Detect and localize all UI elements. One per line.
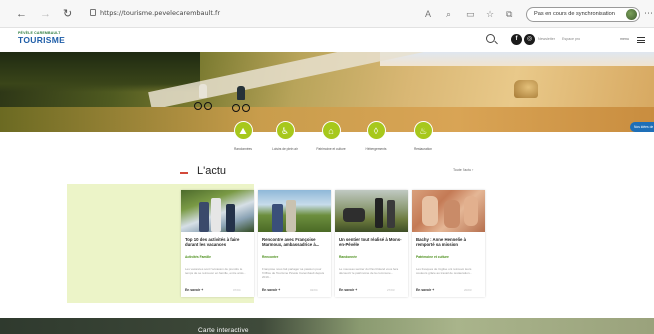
news-card-excerpt: Le nouveau sentier du Pas Roland vous fe… (339, 267, 399, 275)
news-card-date: 20/03 (464, 288, 472, 292)
profile-avatar (626, 9, 637, 20)
newsletter-link[interactable]: Newsletter (538, 37, 555, 41)
hero-sky (380, 52, 654, 66)
more-options-icon[interactable]: ⋯ (644, 8, 653, 19)
ideas-side-button[interactable]: Nos idées de (630, 122, 654, 132)
forward-arrow-icon[interactable]: → (40, 8, 51, 20)
section-accent-dash (180, 172, 188, 174)
news-card-title: Bachy : Anne Hennelie à remporté sa miss… (416, 237, 466, 247)
read-more-link[interactable]: En savoir + (185, 288, 203, 292)
profile-sync-button[interactable]: Pas en cours de synchronisation (526, 7, 640, 22)
address-bar[interactable]: https://tourisme.pevelecarembault.fr (100, 9, 220, 17)
category-restaurant[interactable]: ♨ Restauration (403, 121, 443, 151)
news-card-date: 07/04 (233, 288, 241, 292)
all-news-link[interactable]: Toute l'actu › (453, 168, 473, 172)
category-lodging[interactable]: ◊ Hébergements (356, 121, 396, 151)
sync-status-label: Pas en cours de synchronisation (534, 11, 615, 17)
news-card[interactable]: Rencontre avec Françoise Marmoux, ambass… (258, 190, 331, 297)
restaurant-icon: ♨ (413, 121, 433, 140)
browser-toolbar: ← → ↻ https://tourisme.pevelecarembault.… (0, 0, 654, 28)
menu-label[interactable]: menu (620, 37, 629, 41)
collections-icon[interactable]: ⧉ (506, 9, 512, 19)
interactive-map-title[interactable]: Carte interactive (198, 327, 249, 334)
category-outdoor[interactable]: ♿ Loisirs de plein air (265, 121, 305, 151)
news-card[interactable]: Un sentier tout réalisé à Mons-en-Pévèle… (335, 190, 408, 297)
pro-space-link[interactable]: Espace pro (562, 37, 580, 41)
cyclist-figure (194, 84, 212, 112)
read-more-link[interactable]: En savoir + (262, 288, 280, 292)
zoom-icon[interactable]: ⌕ (446, 9, 451, 19)
lodging-icon: ◊ (366, 121, 386, 140)
news-card-tag: Activités Famille (185, 255, 212, 259)
news-card-title: Top 10 des activités à faire durant les … (185, 237, 240, 247)
category-heritage[interactable]: ⌂ Patrimoine et culture (311, 121, 351, 151)
news-card-tag: Patrimoine et culture (416, 255, 449, 259)
site-header: PÉVÈLE CAREMBAULT TOURISME f ◎ Newslette… (0, 28, 654, 52)
news-card-excerpt: Les vacances sont l'occasion de prendre … (185, 267, 247, 275)
read-more-link[interactable]: En savoir + (416, 288, 434, 292)
news-card-image (181, 190, 254, 232)
lock-icon (90, 9, 96, 16)
read-more-link[interactable]: En savoir + (339, 288, 357, 292)
hamburger-menu-icon[interactable] (637, 37, 645, 43)
tab-icon[interactable]: ▭ (466, 9, 475, 19)
news-card-date: 27/03 (387, 288, 395, 292)
news-card-image (335, 190, 408, 232)
instagram-icon[interactable]: ◎ (524, 34, 535, 45)
hiking-icon: ⛰ (233, 121, 253, 140)
news-card-tag: Randonnée (339, 255, 357, 259)
cyclist-figure (232, 86, 250, 114)
news-card-image (258, 190, 331, 232)
news-card-title: Un sentier tout réalisé à Mons-en-Pévèle (339, 237, 402, 247)
news-card[interactable]: Bachy : Anne Hennelie à remporté sa miss… (412, 190, 485, 297)
hero-trees (0, 52, 200, 92)
bike-icon: ♿ (275, 121, 295, 140)
read-aloud-icon[interactable]: A (425, 9, 431, 19)
reload-icon[interactable]: ↻ (63, 8, 72, 20)
news-card-tag: Rencontre (262, 255, 279, 259)
back-arrow-icon[interactable]: ← (16, 8, 27, 20)
favorite-star-icon[interactable]: ☆ (486, 9, 494, 19)
news-card[interactable]: Top 10 des activités à faire durant les … (181, 190, 254, 297)
news-card-title: Rencontre avec Françoise Marmoux, ambass… (262, 237, 320, 247)
search-icon[interactable] (486, 34, 495, 43)
interactive-map-banner[interactable] (0, 318, 654, 334)
facebook-icon[interactable]: f (511, 34, 522, 45)
news-card-date: 02/04 (310, 288, 318, 292)
site-logo[interactable]: TOURISME (18, 35, 65, 45)
hay-bale (514, 80, 538, 98)
news-card-excerpt: Françoise nous fait partager sa passion … (262, 267, 325, 279)
category-hiking[interactable]: ⛰ Randonnées (223, 121, 263, 151)
news-card-image (412, 190, 485, 232)
hero-banner: Nos idées de (0, 52, 654, 132)
news-card-excerpt: Les fresques de l'église ont retrouvé le… (416, 267, 473, 275)
heritage-icon: ⌂ (321, 121, 341, 140)
section-title: L'actu (197, 165, 227, 177)
